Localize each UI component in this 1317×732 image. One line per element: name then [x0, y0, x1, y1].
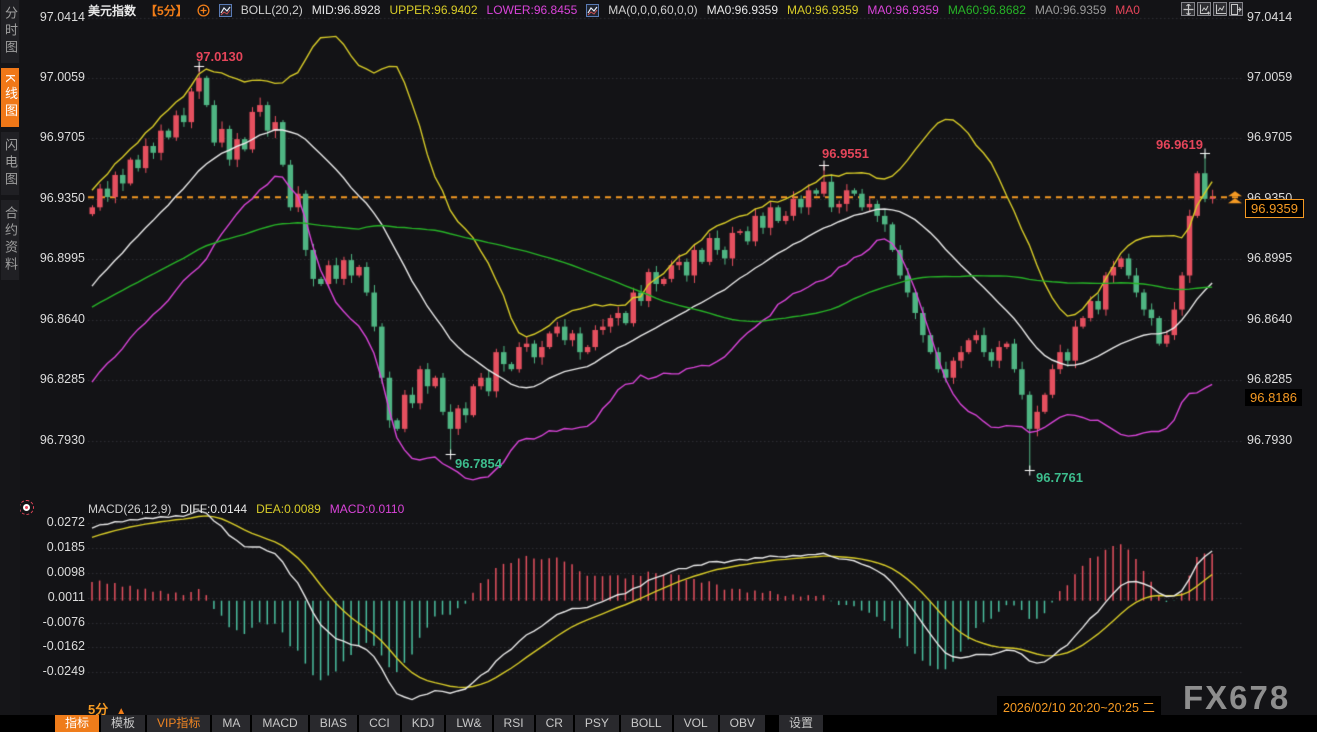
- price-axis-label-right: 96.7930: [1247, 433, 1305, 447]
- left-sidebar: 分时图 K线图闪电图合约资料: [0, 0, 20, 732]
- symbol-name: 美元指数: [88, 2, 136, 19]
- macd-macd-value: MACD:0.0110: [330, 502, 404, 516]
- bottom-tab-6[interactable]: CCI: [359, 715, 400, 732]
- chart-header: 美元指数 【5分】 BOLL(20,2) MID:96.8928 UPPER:9…: [88, 2, 1140, 18]
- price-chart-canvas[interactable]: [0, 0, 1317, 732]
- sidebar-tab-2[interactable]: 闪电图: [1, 132, 19, 195]
- price-axis-label-right: 96.8285: [1247, 372, 1305, 386]
- macd-axis-label: 0.0185: [27, 540, 85, 554]
- ma-value-4: MA0:96.9359: [1035, 3, 1106, 17]
- bottom-tab-4[interactable]: MACD: [252, 715, 307, 732]
- pan-crosshair-icon[interactable]: [1181, 2, 1195, 16]
- boll-lower-value: LOWER:96.8455: [487, 3, 578, 17]
- boll-upper-value: UPPER:96.9402: [389, 3, 477, 17]
- macd-diff-value: DIFF:0.0144: [180, 502, 247, 516]
- bottom-tab-7[interactable]: KDJ: [402, 715, 445, 732]
- sidebar-tab-0[interactable]: 分时图: [1, 0, 19, 63]
- sidebar-tab-3[interactable]: 合约资料: [1, 200, 19, 280]
- macd-axis-label: -0.0076: [27, 615, 85, 629]
- macd-axis-label: 0.0011: [27, 590, 85, 604]
- macd-title: MACD(26,12,9): [88, 502, 171, 516]
- period-tag[interactable]: 【5分】: [145, 2, 188, 19]
- price-axis-label-right: 96.8995: [1247, 251, 1305, 265]
- extreme-price-label-2: 96.9619: [1156, 137, 1203, 152]
- ma-indicator-chip-icon[interactable]: [586, 4, 599, 17]
- price-axis-label-right: 96.9705: [1247, 130, 1305, 144]
- bottom-tab-1[interactable]: 模板: [101, 715, 145, 732]
- reference-price-tag: 96.8186: [1245, 389, 1302, 406]
- extreme-price-label-4: 96.7761: [1036, 470, 1083, 485]
- boll-mid-value: MID:96.8928: [312, 3, 381, 17]
- ma-value-0: MA0:96.9359: [707, 3, 778, 17]
- price-axis-label-right: 97.0059: [1247, 70, 1305, 84]
- price-axis-label-right: 96.8640: [1247, 312, 1305, 326]
- macd-axis-label: -0.0249: [27, 664, 85, 678]
- price-axis-label: 96.8995: [27, 251, 85, 265]
- bottom-tab-0[interactable]: 指标: [55, 715, 99, 732]
- bottom-tab-14[interactable]: OBV: [720, 715, 765, 732]
- zoom-out-chart-icon[interactable]: [1213, 2, 1227, 16]
- boll-indicator-chip-icon[interactable]: [219, 4, 232, 17]
- bottom-tab-15[interactable]: 设置: [779, 715, 823, 732]
- price-axis-label: 96.8285: [27, 372, 85, 386]
- sidebar-tab-1[interactable]: K线图: [1, 68, 19, 127]
- current-price-tag: 96.9359: [1245, 199, 1304, 218]
- macd-dea-value: DEA:0.0089: [256, 502, 321, 516]
- macd-axis-label: 0.0098: [27, 565, 85, 579]
- collapse-panel-icon[interactable]: [1229, 2, 1243, 16]
- circle-plus-icon[interactable]: [197, 4, 210, 17]
- price-axis-label: 96.9705: [27, 130, 85, 144]
- price-axis-label-right: 97.0414: [1247, 10, 1305, 24]
- ma-value-1: MA0:96.9359: [787, 3, 858, 17]
- price-axis-label: 96.8640: [27, 312, 85, 326]
- record-indicator-icon: [19, 500, 34, 515]
- bar-time-range: 2026/02/10 20:20~20:25 二: [997, 696, 1161, 717]
- macd-axis-label: -0.0162: [27, 639, 85, 653]
- extreme-price-label-1: 96.9551: [822, 146, 869, 161]
- bottom-tab-12[interactable]: BOLL: [621, 715, 672, 732]
- zoom-in-chart-icon[interactable]: [1197, 2, 1211, 16]
- bottom-tab-11[interactable]: PSY: [575, 715, 619, 732]
- macd-axis-label: 0.0272: [27, 515, 85, 529]
- ma-value-2: MA0:96.9359: [867, 3, 938, 17]
- extreme-price-label-0: 97.0130: [196, 49, 243, 64]
- bottom-tab-13[interactable]: VOL: [674, 715, 718, 732]
- bottom-tab-8[interactable]: LW&: [446, 715, 491, 732]
- bottom-tab-10[interactable]: CR: [536, 715, 573, 732]
- extreme-price-label-3: 96.7854: [455, 456, 502, 471]
- trading-app-window: 分时图 K线图闪电图合约资料 美元指数 【5分】 BOLL(20,2) MID:9…: [0, 0, 1317, 732]
- ma-value-5: MA0: [1115, 3, 1140, 17]
- boll-title: BOLL(20,2): [241, 3, 303, 17]
- bottom-tab-9[interactable]: RSI: [494, 715, 534, 732]
- bottom-tab-2[interactable]: VIP指标: [147, 715, 210, 732]
- ma-value-3: MA60:96.8682: [948, 3, 1026, 17]
- price-axis-label: 96.7930: [27, 433, 85, 447]
- bottom-toolbar: 指标模板VIP指标MAMACDBIASCCIKDJLW&RSICRPSYBOLL…: [0, 715, 1317, 732]
- bottom-tab-3[interactable]: MA: [212, 715, 250, 732]
- price-axis-label: 97.0059: [27, 70, 85, 84]
- bottom-tab-5[interactable]: BIAS: [310, 715, 357, 732]
- price-axis-label: 97.0414: [27, 10, 85, 24]
- price-axis-label: 96.9350: [27, 191, 85, 205]
- macd-header: MACD(26,12,9) DIFF:0.0144 DEA:0.0089 MAC…: [88, 502, 404, 516]
- ma-values: MA0:96.9359 MA0:96.9359 MA0:96.9359 MA60:96…: [707, 3, 1140, 17]
- chart-toolbar: [1181, 2, 1243, 16]
- brand-watermark: FX678: [1183, 679, 1290, 717]
- ma-title: MA(0,0,0,60,0,0): [608, 3, 697, 17]
